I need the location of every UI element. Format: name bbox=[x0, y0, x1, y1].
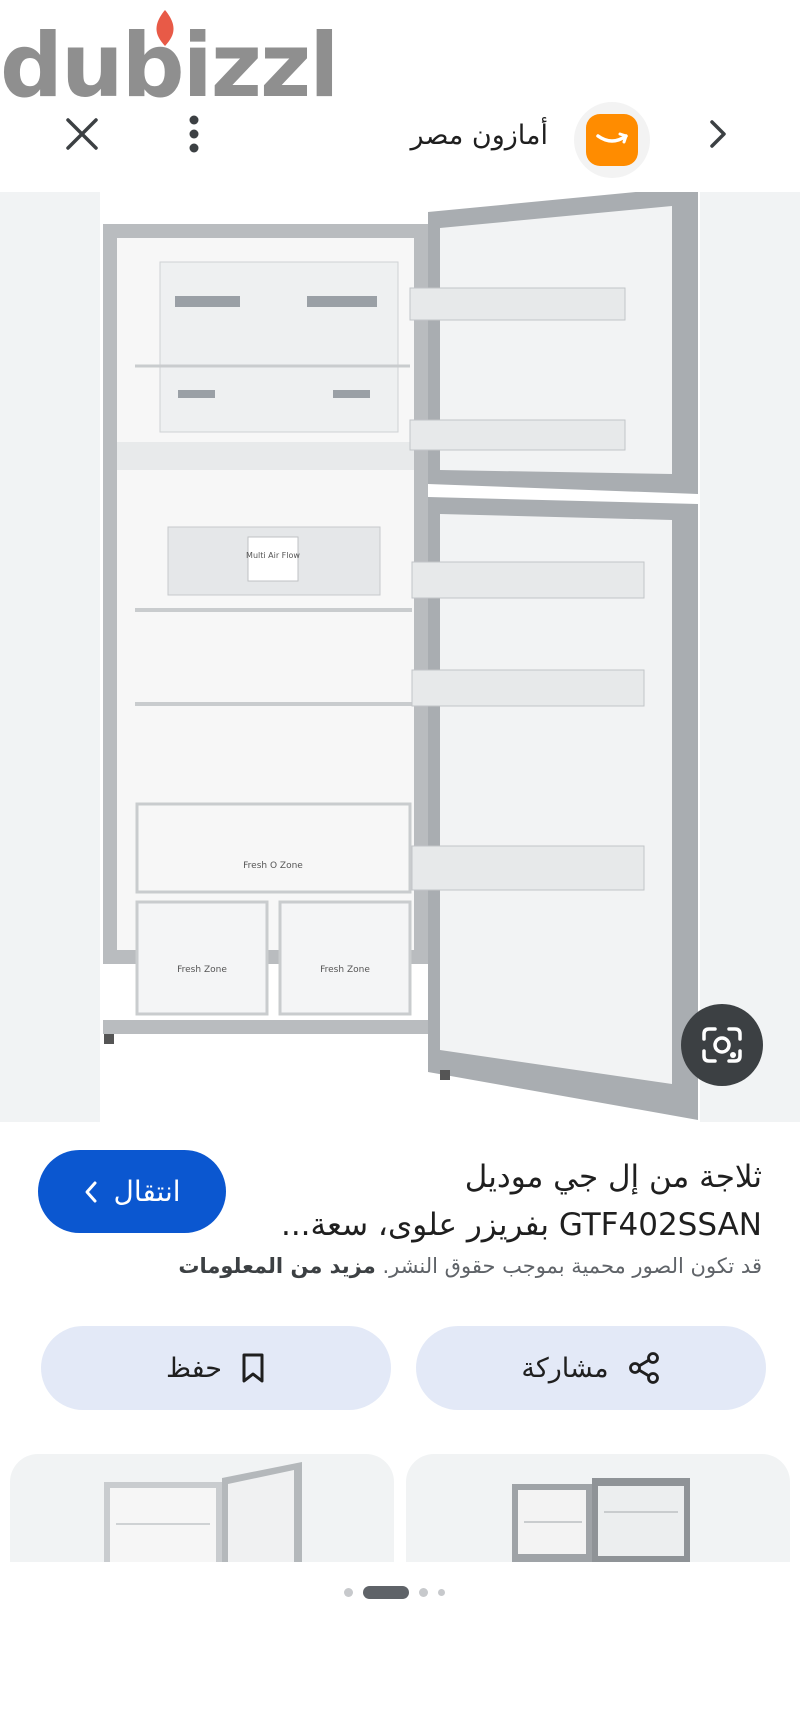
close-icon bbox=[66, 118, 98, 150]
save-button[interactable]: حفظ bbox=[41, 1326, 391, 1410]
amazon-smile-logo-icon bbox=[586, 114, 638, 166]
more-vert-icon bbox=[189, 115, 199, 153]
related-image-card-right[interactable] bbox=[406, 1454, 790, 1562]
share-label: مشاركة bbox=[521, 1352, 609, 1384]
chevron-right-icon bbox=[710, 120, 726, 148]
chevron-left-icon bbox=[85, 1181, 97, 1202]
fresh-zone-left-label: Fresh Zone bbox=[177, 965, 227, 975]
dubizzle-watermark: dubizzle bbox=[0, 10, 340, 108]
page-dot-active[interactable] bbox=[363, 1585, 409, 1599]
close-button[interactable] bbox=[54, 106, 110, 162]
more-options-button[interactable] bbox=[166, 106, 222, 162]
lens-icon bbox=[702, 1027, 742, 1063]
related-image-card-left[interactable] bbox=[10, 1454, 394, 1562]
result-title[interactable]: ثلاجة من إل جي موديل GTF402SSAN بفريزر ع… bbox=[267, 1153, 762, 1249]
multi-air-flow-label: Multi Air Flow bbox=[246, 551, 300, 560]
copyright-notice: قد تكون الصور محمية بموجب حقوق النشر. مز… bbox=[178, 1254, 762, 1278]
page-dot[interactable] bbox=[344, 1587, 353, 1597]
product-image[interactable]: Multi Air Flow Fresh O Zone Fresh Zone F… bbox=[0, 192, 800, 1122]
visit-label: انتقال bbox=[113, 1175, 181, 1208]
fresh-zone-right-label: Fresh Zone bbox=[320, 965, 370, 975]
carousel-pagination bbox=[344, 1584, 456, 1600]
page-dot[interactable] bbox=[438, 1588, 445, 1596]
lens-search-button[interactable] bbox=[681, 1004, 763, 1086]
site-name[interactable]: أمازون مصر bbox=[411, 120, 548, 151]
related-fridge-thumbnail bbox=[104, 1462, 302, 1562]
result-title-line1: ثلاجة من إل جي موديل bbox=[464, 1159, 762, 1195]
page-dot[interactable] bbox=[419, 1587, 428, 1597]
back-button[interactable] bbox=[690, 106, 746, 162]
site-logo[interactable] bbox=[574, 102, 650, 178]
save-label: حفظ bbox=[166, 1352, 222, 1384]
copyright-text: قد تكون الصور محمية بموجب حقوق النشر. bbox=[382, 1254, 762, 1278]
fresh-o-zone-label: Fresh O Zone bbox=[243, 861, 303, 871]
share-icon bbox=[628, 1352, 659, 1384]
result-title-line2: GTF402SSAN بفريزر علوى، سعة... bbox=[280, 1207, 762, 1243]
visit-button[interactable]: انتقال bbox=[38, 1150, 226, 1233]
bookmark-icon bbox=[242, 1353, 264, 1383]
more-info-link[interactable]: مزيد من المعلومات bbox=[178, 1254, 375, 1278]
share-button[interactable]: مشاركة bbox=[416, 1326, 766, 1410]
related-fridge-thumbnail bbox=[512, 1478, 690, 1562]
refrigerator-illustration: Multi Air Flow Fresh O Zone Fresh Zone F… bbox=[100, 192, 700, 1122]
